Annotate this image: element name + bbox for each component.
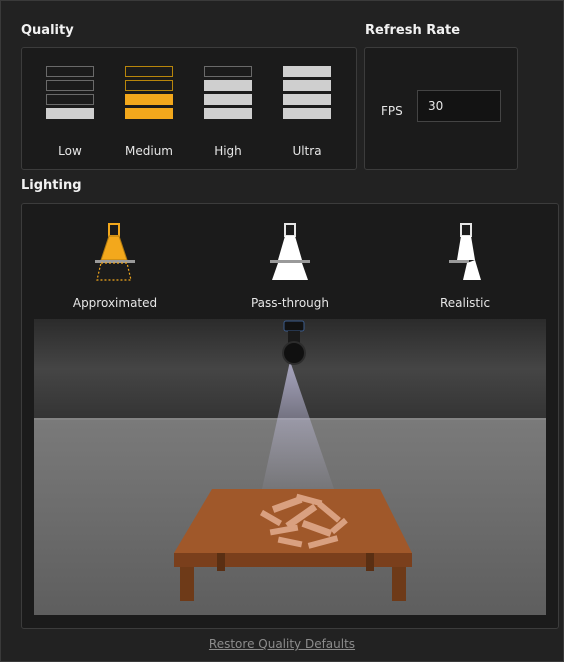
quality-settings-window: Quality Low Medium High Ultra Refresh Ra… [0,0,564,662]
quality-option-label: Low [58,144,82,158]
quality-option-label: Ultra [292,144,322,158]
refresh-rate-section-title: Refresh Rate [365,23,461,38]
quality-option-ultra[interactable]: Ultra [267,48,347,168]
lighting-option-label: Realistic [439,296,491,310]
lighting-option-realistic[interactable]: Realistic [390,216,540,316]
quality-option-label: Medium [125,144,173,158]
restore-quality-defaults-link[interactable]: Restore Quality Defaults [1,637,563,651]
quality-option-high[interactable]: High [188,48,268,168]
quality-level-icon [204,66,252,122]
quality-panel: Low Medium High Ultra [21,47,357,170]
fps-input[interactable] [417,90,501,122]
lighting-option-label: Approximated [72,296,158,310]
quality-level-icon [283,66,331,122]
fps-label: FPS [381,104,403,118]
spotlight-realistic-icon [449,223,481,280]
lighting-panel: Approximated Pass-through Realistic [21,203,559,629]
quality-section-title: Quality [21,23,74,38]
quality-option-low[interactable]: Low [30,48,110,168]
spotlight-pass-through-icon [270,223,310,280]
lighting-option-label: Pass-through [250,296,330,310]
quality-level-icon [125,66,173,122]
quality-level-icon [46,66,94,122]
lighting-option-approximated[interactable]: Approximated [40,216,190,316]
lighting-preview-viewport [34,319,546,615]
refresh-rate-panel: FPS [364,47,518,170]
spotlight-approximated-icon [95,223,135,281]
quality-option-medium[interactable]: Medium [109,48,189,168]
lighting-section-title: Lighting [21,178,82,193]
quality-option-label: High [214,144,242,158]
lighting-option-pass-through[interactable]: Pass-through [215,216,365,316]
